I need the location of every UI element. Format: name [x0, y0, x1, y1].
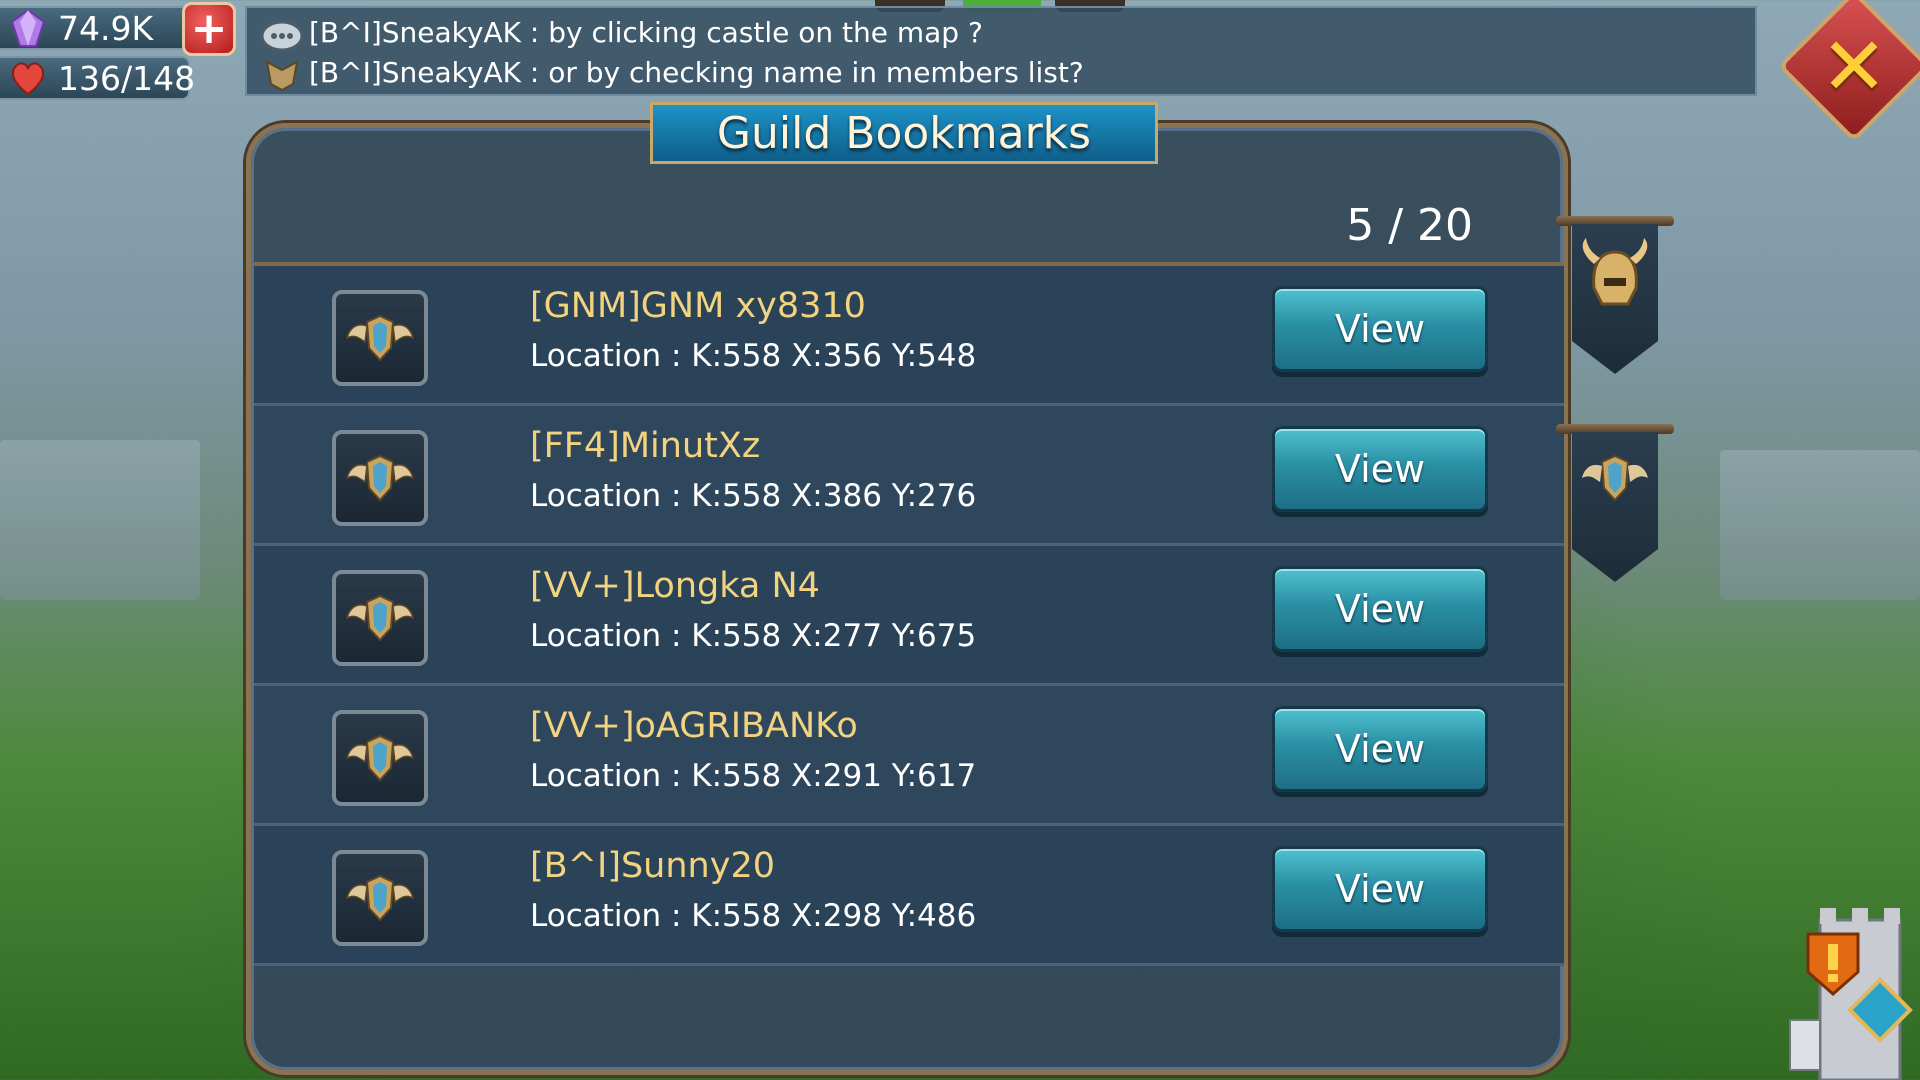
bookmark-list: [GNM]GNM xy8310 Location : K:558 X:356 Y…	[254, 266, 1564, 966]
bg-ruin-right	[1720, 450, 1920, 600]
view-button[interactable]: View	[1272, 706, 1488, 792]
bg-ruin-left	[0, 440, 200, 600]
chat-bubble-icon	[260, 20, 304, 92]
gems-value: 74.9K	[58, 8, 154, 48]
wings-shield-icon	[345, 594, 415, 642]
bookmark-location: Location : K:558 X:277 Y:675	[530, 618, 977, 654]
tab-guild-bookmarks[interactable]	[1572, 432, 1658, 582]
guild-crest-icon	[332, 570, 428, 666]
guild-crest-icon	[332, 290, 428, 386]
dialog-title-text: Guild Bookmarks	[716, 107, 1092, 159]
bookmark-location: Location : K:558 X:291 Y:617	[530, 758, 977, 794]
stamina-value: 136/148	[58, 58, 196, 98]
bookmark-count: 5 / 20	[1346, 200, 1473, 251]
bookmark-location: Location : K:558 X:386 Y:276	[530, 478, 977, 514]
guild-crest-icon	[332, 710, 428, 806]
gem-icon	[10, 8, 46, 47]
chat-ticker[interactable]: [B^I]SneakyAK : by clicking castle on th…	[245, 6, 1757, 96]
view-button[interactable]: View	[1272, 426, 1488, 512]
list-item: [B^I]Sunny20 Location : K:558 X:298 Y:48…	[254, 826, 1564, 966]
bookmark-location: Location : K:558 X:356 Y:548	[530, 338, 977, 374]
view-button[interactable]: View	[1272, 846, 1488, 932]
bookmark-name: [VV+]Longka N4	[530, 566, 820, 606]
list-item: [VV+]Longka N4 Location : K:558 X:277 Y:…	[254, 546, 1564, 686]
wings-shield-icon	[345, 314, 415, 362]
dialog-title: Guild Bookmarks	[650, 102, 1158, 164]
bookmark-location: Location : K:558 X:298 Y:486	[530, 898, 977, 934]
wings-shield-icon	[345, 734, 415, 782]
chat-line-1: [B^I]SneakyAK : by clicking castle on th…	[309, 16, 983, 49]
list-item: [VV+]oAGRIBANKo Location : K:558 X:291 Y…	[254, 686, 1564, 826]
heart-icon	[11, 62, 45, 96]
bookmark-name: [B^I]Sunny20	[530, 846, 775, 886]
buy-gems-button[interactable]: +	[182, 2, 236, 56]
view-button[interactable]: View	[1272, 286, 1488, 372]
wings-shield-icon	[345, 454, 415, 502]
plus-icon: +	[190, 3, 228, 54]
list-item: [GNM]GNM xy8310 Location : K:558 X:356 Y…	[254, 266, 1564, 406]
alert-icon[interactable]	[1800, 928, 1866, 998]
wings-shield-icon	[1582, 454, 1648, 502]
chat-line-2: [B^I]SneakyAK : or by checking name in m…	[309, 56, 1084, 89]
list-item: [FF4]MinutXz Location : K:558 X:386 Y:27…	[254, 406, 1564, 546]
bookmark-name: [FF4]MinutXz	[530, 426, 761, 466]
view-button[interactable]: View	[1272, 566, 1488, 652]
helmet-icon	[1582, 238, 1648, 306]
tab-guild-members[interactable]	[1572, 224, 1658, 374]
wings-shield-icon	[345, 874, 415, 922]
close-icon[interactable]: ✕	[1800, 12, 1908, 120]
stamina-counter: 136/148	[0, 56, 195, 100]
bookmark-name: [VV+]oAGRIBANKo	[530, 706, 858, 746]
bookmark-name: [GNM]GNM xy8310	[530, 286, 866, 326]
gems-counter: 74.9K	[0, 6, 190, 50]
guild-crest-icon	[332, 850, 428, 946]
guild-crest-icon	[332, 430, 428, 526]
